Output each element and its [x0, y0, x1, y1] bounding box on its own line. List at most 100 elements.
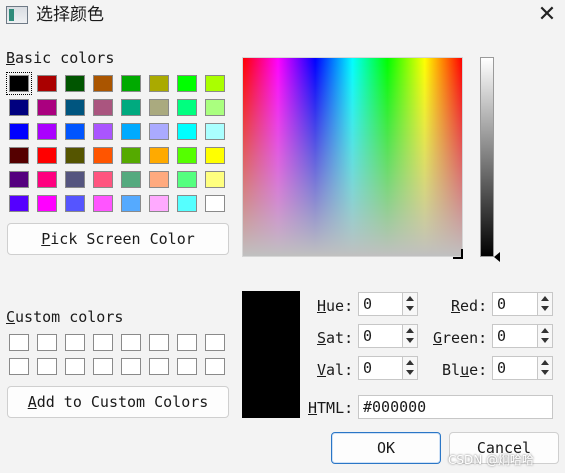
green-label: Green: [433, 329, 488, 347]
spin-up-icon [541, 360, 549, 365]
blue-spinbox[interactable]: 0 [492, 356, 553, 380]
add-custom-colors-button[interactable]: Add to Custom Colors [7, 386, 229, 418]
basic-color-swatch[interactable] [9, 147, 29, 164]
basic-color-swatch[interactable] [177, 123, 197, 140]
basic-color-swatch[interactable] [205, 147, 225, 164]
sat-label: Sat: [317, 329, 354, 347]
luminance-slider[interactable] [480, 57, 494, 257]
basic-color-swatch[interactable] [93, 195, 113, 212]
custom-color-slot[interactable] [149, 334, 169, 351]
blue-label: Blue: [442, 361, 488, 379]
basic-color-swatch[interactable] [149, 195, 169, 212]
spin-down-icon [541, 370, 549, 375]
basic-color-swatch[interactable] [93, 75, 113, 92]
custom-color-slot[interactable] [177, 334, 197, 351]
basic-color-swatch[interactable] [9, 195, 29, 212]
custom-color-slot[interactable] [149, 358, 169, 375]
basic-color-swatch[interactable] [65, 99, 85, 116]
basic-color-swatch[interactable] [149, 123, 169, 140]
basic-color-swatch[interactable] [37, 147, 57, 164]
spin-up-icon [406, 296, 414, 301]
basic-color-swatch[interactable] [177, 195, 197, 212]
spin-down-icon [541, 306, 549, 311]
basic-color-swatch[interactable] [121, 195, 141, 212]
custom-color-slot[interactable] [9, 358, 29, 375]
html-color-input[interactable]: #000000 [358, 395, 553, 419]
custom-color-slot[interactable] [177, 358, 197, 375]
close-icon[interactable]: ✕ [531, 0, 563, 30]
color-spectrum[interactable] [242, 57, 463, 257]
custom-color-slot[interactable] [121, 334, 141, 351]
basic-color-swatch[interactable] [205, 123, 225, 140]
custom-color-slot[interactable] [121, 358, 141, 375]
basic-color-swatch[interactable] [121, 99, 141, 116]
basic-color-swatch[interactable] [9, 123, 29, 140]
basic-color-swatch[interactable] [37, 75, 57, 92]
basic-color-swatch[interactable] [205, 75, 225, 92]
val-label: Val: [317, 361, 354, 379]
custom-color-slot[interactable] [9, 334, 29, 351]
basic-color-swatch[interactable] [93, 99, 113, 116]
spin-down-icon [406, 338, 414, 343]
val-spinbox[interactable]: 0 [358, 356, 418, 380]
ok-button[interactable]: OK [331, 432, 441, 464]
spin-up-icon [406, 328, 414, 333]
custom-color-slot[interactable] [93, 334, 113, 351]
custom-color-slot[interactable] [65, 358, 85, 375]
basic-colors-label: Basic colors [6, 49, 115, 67]
sat-spinbox[interactable]: 0 [358, 324, 418, 348]
basic-color-swatch[interactable] [93, 123, 113, 140]
custom-color-slot[interactable] [205, 358, 225, 375]
basic-color-swatch[interactable] [149, 75, 169, 92]
basic-color-swatch[interactable] [37, 195, 57, 212]
basic-color-swatch[interactable] [205, 195, 225, 212]
basic-color-swatch[interactable] [205, 171, 225, 188]
basic-color-swatch[interactable] [9, 171, 29, 188]
basic-color-swatch[interactable] [121, 123, 141, 140]
basic-color-swatch[interactable] [149, 147, 169, 164]
spin-down-icon [406, 306, 414, 311]
html-label: HTML: [308, 399, 354, 417]
basic-color-swatch[interactable] [9, 99, 29, 116]
basic-color-swatch[interactable] [177, 99, 197, 116]
basic-color-swatch[interactable] [177, 75, 197, 92]
app-icon [6, 6, 28, 24]
pick-screen-color-button[interactable]: Pick Screen Color [7, 223, 229, 255]
basic-color-swatch[interactable] [93, 171, 113, 188]
hue-spinbox[interactable]: 0 [358, 292, 418, 316]
basic-color-swatch[interactable] [121, 147, 141, 164]
custom-color-slot[interactable] [65, 334, 85, 351]
basic-color-swatch[interactable] [65, 147, 85, 164]
basic-color-swatch[interactable] [177, 171, 197, 188]
basic-color-swatch[interactable] [6, 72, 32, 95]
green-spinbox[interactable]: 0 [492, 324, 553, 348]
watermark: CSDN @炯哈哈 [448, 453, 535, 467]
basic-color-swatch[interactable] [65, 171, 85, 188]
basic-color-swatch[interactable] [65, 195, 85, 212]
basic-color-swatch[interactable] [121, 75, 141, 92]
custom-color-slot[interactable] [37, 358, 57, 375]
custom-color-slot[interactable] [37, 334, 57, 351]
custom-colors-label: Custom colors [6, 308, 124, 326]
basic-color-swatch[interactable] [37, 99, 57, 116]
custom-color-slot[interactable] [205, 334, 225, 351]
spectrum-crosshair[interactable] [453, 249, 463, 259]
red-spinbox[interactable]: 0 [492, 292, 553, 316]
basic-color-swatch[interactable] [93, 147, 113, 164]
basic-color-swatch[interactable] [149, 99, 169, 116]
custom-color-slot[interactable] [93, 358, 113, 375]
spin-up-icon [406, 360, 414, 365]
spin-down-icon [541, 338, 549, 343]
basic-color-swatch[interactable] [37, 123, 57, 140]
basic-color-swatch[interactable] [65, 123, 85, 140]
basic-color-swatch[interactable] [205, 99, 225, 116]
basic-color-swatch[interactable] [177, 147, 197, 164]
spin-up-icon [541, 296, 549, 301]
hue-label: Hue: [317, 297, 354, 315]
color-preview [242, 291, 300, 418]
basic-color-swatch[interactable] [149, 171, 169, 188]
luminance-arrow-icon[interactable] [494, 252, 500, 262]
basic-color-swatch[interactable] [65, 75, 85, 92]
basic-color-swatch[interactable] [121, 171, 141, 188]
basic-color-swatch[interactable] [37, 171, 57, 188]
